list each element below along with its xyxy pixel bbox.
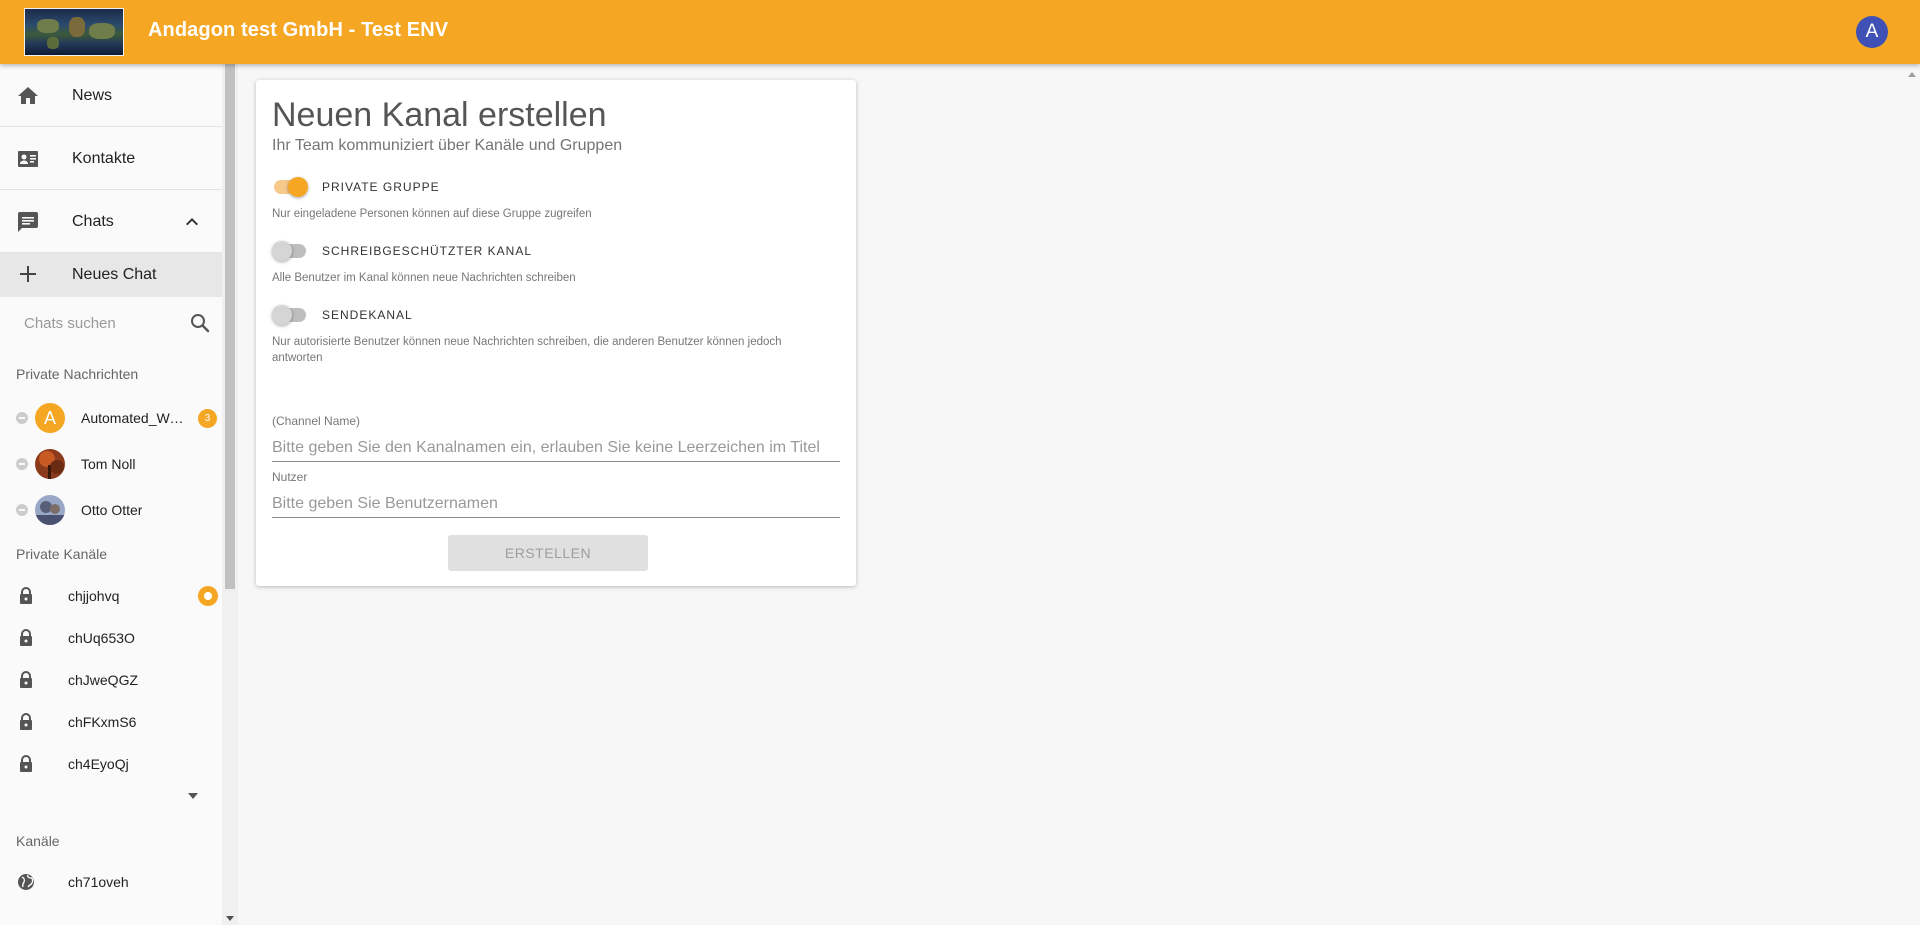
channel-name: chUq653O (68, 630, 135, 646)
scroll-up-arrow[interactable] (1908, 72, 1916, 77)
lock-icon (20, 713, 32, 730)
avatar-initial: A (43, 408, 56, 428)
private-group-help: Nur eingeladene Personen können auf dies… (272, 208, 592, 220)
search-icon[interactable] (188, 311, 212, 335)
channel-name: chJweQGZ (68, 672, 139, 688)
users-input[interactable] (272, 490, 840, 518)
create-button[interactable]: ERSTELLEN (448, 535, 648, 571)
channel-name-input[interactable] (272, 434, 840, 462)
private-group-toggle[interactable] (272, 175, 308, 199)
unread-badge: 3 (198, 409, 217, 428)
sidebar-scrollbar[interactable] (222, 64, 238, 925)
users-field: Nutzer (272, 470, 840, 518)
scrollbar-thumb[interactable] (225, 64, 235, 589)
broadcast-toggle[interactable] (272, 303, 308, 327)
form-title: Neuen Kanal erstellen (272, 96, 607, 134)
dm-item-otto-otter[interactable]: Otto Otter (0, 487, 222, 533)
avatar (35, 495, 65, 525)
read-only-toggle[interactable] (272, 239, 308, 263)
sidebar: News Kontakte Chats Neues Chat Private N… (0, 64, 222, 925)
avatar (35, 449, 65, 479)
plus-icon (20, 266, 36, 282)
read-only-row: SCHREIBGESCHÜTZTER KANAL (272, 239, 832, 263)
channel-name: ch71oveh (68, 874, 129, 890)
broadcast-row: SENDEKANAL (272, 303, 832, 327)
user-avatar-button[interactable]: A (1856, 16, 1888, 48)
dm-name: Tom Noll (81, 456, 136, 472)
app-title: Andagon test GmbH - Test ENV (148, 19, 449, 41)
read-only-label: SCHREIBGESCHÜTZTER KANAL (322, 244, 533, 258)
company-logo[interactable] (24, 8, 124, 56)
channel-name: chFKxmS6 (68, 714, 137, 730)
sidebar-item-label: Chats (72, 213, 114, 230)
channel-name-field: (Channel Name) (272, 414, 840, 462)
caret-down-icon[interactable] (188, 793, 198, 799)
dm-item-automated-webtest[interactable]: A Automated_Webtest 3 (0, 395, 222, 441)
scroll-down-arrow[interactable] (226, 916, 234, 921)
channel-item-ch71oveh[interactable]: ch71oveh (0, 861, 222, 903)
contact-card-icon (18, 151, 38, 167)
lock-icon (20, 755, 32, 772)
channel-item-chjjohvq[interactable]: chjjohvq (0, 575, 222, 617)
read-only-help: Alle Benutzer im Kanal können neue Nachr… (272, 272, 576, 284)
channel-item-ch4eyoqj[interactable]: ch4EyoQj (0, 743, 222, 785)
channel-item-chuq653o[interactable]: chUq653O (0, 617, 222, 659)
channel-name: ch4EyoQj (68, 756, 129, 772)
status-indicator (16, 504, 28, 516)
chat-icon (18, 212, 38, 232)
dm-name: Otto Otter (81, 502, 143, 518)
channel-item-chfkxms6[interactable]: chFKxmS6 (0, 701, 222, 743)
sidebar-item-chats[interactable]: Chats (0, 190, 222, 253)
lock-icon (20, 587, 32, 604)
sidebar-item-news[interactable]: News (0, 64, 222, 127)
chevron-up-icon[interactable] (180, 210, 204, 234)
channel-item-chjweqgz[interactable]: chJweQGZ (0, 659, 222, 701)
private-group-row: PRIVATE GRUPPE (272, 175, 832, 199)
app-header: Andagon test GmbH - Test ENV A (0, 0, 1920, 64)
private-group-label: PRIVATE GRUPPE (322, 180, 440, 194)
form-subtitle: Ihr Team kommuniziert über Kanäle und Gr… (272, 137, 623, 154)
unread-indicator (198, 586, 218, 606)
dm-name: Automated_Webtest (81, 410, 191, 426)
avatar: A (35, 403, 65, 433)
users-label: Nutzer (272, 470, 308, 484)
globe-icon (18, 874, 34, 890)
sidebar-item-label: Kontakte (72, 150, 136, 167)
status-indicator (16, 412, 28, 424)
section-heading-channels: Kanäle (16, 833, 60, 849)
sidebar-item-label: News (72, 87, 113, 104)
main-scrollbar[interactable] (1904, 64, 1920, 925)
dm-item-tom-noll[interactable]: Tom Noll (0, 441, 222, 487)
show-more-row (0, 785, 222, 813)
channel-name-label: (Channel Name) (272, 414, 361, 428)
create-channel-card: Neuen Kanal erstellen Ihr Team kommunizi… (256, 80, 856, 586)
lock-icon (20, 671, 32, 688)
broadcast-label: SENDEKANAL (322, 308, 413, 322)
status-indicator (16, 458, 28, 470)
home-icon (18, 87, 38, 104)
broadcast-help: Nur autorisierte Benutzer können neue Na… (272, 336, 782, 364)
section-heading-private-messages: Private Nachrichten (16, 366, 139, 382)
new-chat-button[interactable]: Neues Chat (0, 253, 222, 297)
new-chat-label: Neues Chat (72, 266, 157, 283)
chat-search-input[interactable] (24, 309, 184, 337)
lock-icon (20, 629, 32, 646)
section-heading-private-channels: Private Kanäle (16, 546, 108, 562)
chat-search (0, 297, 222, 353)
sidebar-item-kontakte[interactable]: Kontakte (0, 127, 222, 190)
channel-name: chjjohvq (68, 588, 120, 604)
